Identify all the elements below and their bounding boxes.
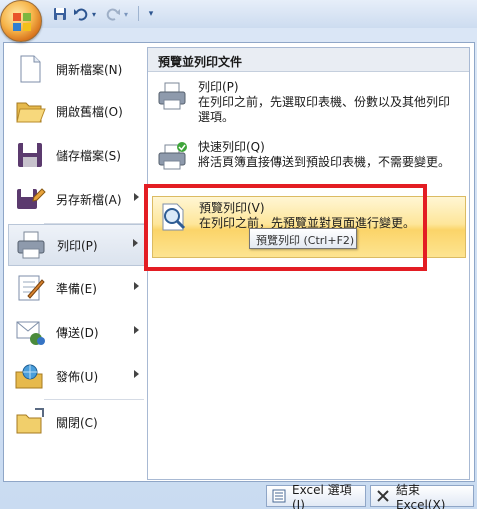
exit-excel-button[interactable]: 結束 Excel(X): [370, 483, 474, 509]
menu-item-label: 關閉(C): [56, 415, 98, 430]
submenu-arrow-icon: [134, 193, 139, 201]
close-icon: [376, 489, 390, 503]
menu-item-label: 準備(E): [56, 281, 97, 296]
menu-item-label: 列印(P): [57, 238, 98, 253]
menu-commands: 開新檔案(N) 開啟舊檔(O) 儲存檔案(S) 另存新檔(A) 列印(P) 準備…: [4, 43, 147, 481]
prepare-icon: [14, 272, 46, 304]
submenu-arrow-icon: [134, 370, 139, 378]
excel-options-icon: [272, 489, 286, 503]
save-icon[interactable]: [52, 5, 68, 23]
save-icon: [14, 139, 46, 171]
menu-item-label: 開啟舊檔(O): [56, 104, 123, 119]
menu-item-label: 另存新檔(A): [56, 192, 122, 207]
submenu-arrow-icon: [134, 326, 139, 334]
print-icon: [15, 229, 47, 261]
publish-icon: [14, 360, 46, 392]
undo-dropdown-icon[interactable]: ▾: [90, 5, 98, 23]
menu-item-open[interactable]: 開啟舊檔(O): [8, 91, 147, 131]
save-as-icon: [14, 183, 46, 215]
menu-item-send[interactable]: 傳送(D): [8, 312, 147, 352]
open-folder-icon: [14, 95, 46, 127]
undo-icon[interactable]: [72, 5, 90, 23]
submenu-item-title: 列印(P): [198, 80, 239, 94]
exit-excel-label: 結束 Excel(X): [396, 482, 446, 509]
redo-dropdown-icon[interactable]: ▾: [122, 5, 130, 23]
menu-item-close[interactable]: 關閉(C): [8, 402, 147, 442]
menu-item-save[interactable]: 儲存檔案(S): [8, 135, 147, 175]
menu-footer: Excel 選項(I) 結束 Excel(X): [0, 483, 477, 509]
submenu-arrow-icon: [133, 239, 138, 247]
menu-item-label: 開新檔案(N): [56, 62, 123, 77]
tooltip: 預覽列印 (Ctrl+F2): [249, 228, 357, 249]
submenu-item-description: 在列印之前，先選取印表機、份數以及其他列印選項。: [198, 95, 451, 124]
close-folder-icon: [14, 406, 46, 438]
customize-qat-icon[interactable]: ▾: [146, 5, 156, 23]
menu-item-prepare[interactable]: 準備(E): [8, 268, 147, 308]
menu-item-publish[interactable]: 發佈(U): [8, 356, 147, 396]
qat-separator: [138, 6, 139, 21]
submenu-item-print[interactable]: 列印(P) 在列印之前，先選取印表機、份數以及其他列印選項。: [152, 76, 466, 134]
send-icon: [14, 316, 46, 348]
menu-item-new[interactable]: 開新檔案(N): [8, 49, 147, 89]
excel-options-label: Excel 選項(I): [292, 482, 352, 509]
menu-item-label: 儲存檔案(S): [56, 148, 121, 163]
submenu-item-title: 快速列印(Q): [198, 140, 265, 154]
menu-divider: [44, 399, 144, 400]
new-document-icon: [14, 53, 46, 85]
excel-options-button[interactable]: Excel 選項(I): [266, 483, 366, 509]
menu-item-label: 傳送(D): [56, 325, 99, 340]
menu-item-label: 發佈(U): [56, 369, 99, 384]
office-button[interactable]: [0, 0, 42, 42]
submenu-item-description: 將活頁簿直接傳送到預設印表機，不需要變更。: [198, 155, 451, 169]
menu-item-save-as[interactable]: 另存新檔(A): [8, 179, 147, 219]
printer-icon: [156, 80, 188, 112]
quick-print-icon: [156, 140, 188, 172]
submenu-item-quick-print[interactable]: 快速列印(Q) 將活頁簿直接傳送到預設印表機，不需要變更。: [152, 136, 466, 186]
submenu-arrow-icon: [134, 282, 139, 290]
office-logo-icon: [13, 13, 31, 31]
quick-access-toolbar: ▾ ▾ ▾: [0, 0, 477, 28]
submenu-heading: 預覽並列印文件: [148, 48, 469, 72]
redo-icon[interactable]: [104, 5, 122, 23]
menu-item-print[interactable]: 列印(P): [8, 224, 147, 266]
excel-office-menu: ▾ ▾ ▾ 開新檔案(N) 開啟舊檔(O) 儲存檔案(S) 另存新檔(A) 列印…: [0, 0, 477, 509]
